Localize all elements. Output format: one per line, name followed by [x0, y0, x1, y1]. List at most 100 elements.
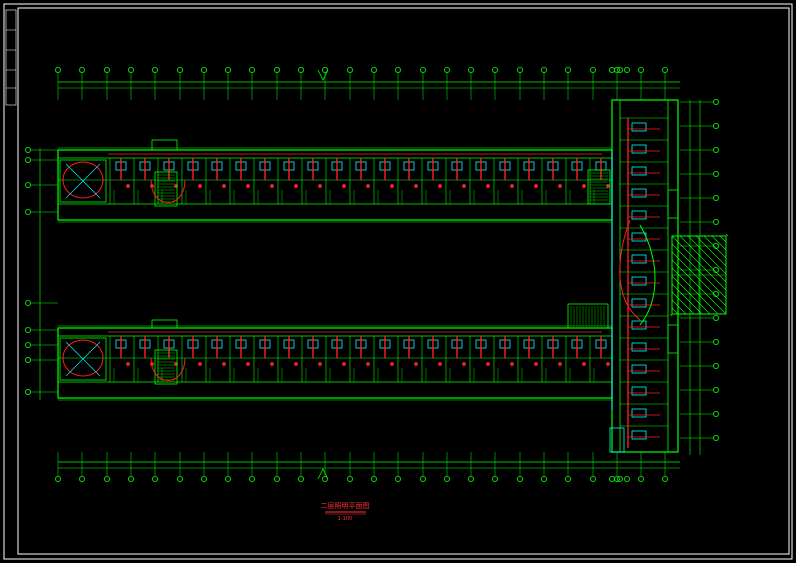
- switch: [462, 362, 466, 366]
- axis-bubble: [346, 475, 353, 482]
- switch: [534, 184, 538, 188]
- axis-bubble: [713, 123, 720, 130]
- axis-bubble: [176, 67, 183, 74]
- switch: [414, 362, 418, 366]
- axis-bubble: [541, 67, 548, 74]
- light-fixture: [631, 298, 647, 308]
- switch: [438, 184, 442, 188]
- hatch-line: [695, 235, 727, 267]
- light-fixture: [631, 430, 647, 440]
- light-fixture: [631, 188, 647, 198]
- axis-bubble: [609, 475, 616, 482]
- switch: [366, 184, 370, 188]
- axis-bubble: [370, 67, 377, 74]
- axis-bubble: [55, 67, 62, 74]
- window-bay: [667, 189, 679, 219]
- axis-bubble: [151, 475, 158, 482]
- binding-strip: [5, 9, 17, 106]
- axis-bubble: [200, 67, 207, 74]
- axis-bubble: [713, 99, 720, 106]
- axis-bubble: [443, 67, 450, 74]
- axis-bubble: [127, 67, 134, 74]
- light-fixture: [631, 342, 647, 352]
- entrance-canopy: [151, 319, 178, 329]
- switch: [510, 362, 514, 366]
- axis-bubble: [491, 475, 498, 482]
- axis-bubble: [248, 475, 255, 482]
- axis-bubble: [24, 326, 31, 333]
- switch: [558, 362, 562, 366]
- switch: [390, 362, 394, 366]
- axis-bubble: [55, 475, 62, 482]
- hatch-line: [719, 235, 727, 243]
- axis-bubble: [443, 475, 450, 482]
- axis-bubble: [624, 475, 631, 482]
- switch: [270, 184, 274, 188]
- switch: [534, 362, 538, 366]
- drawing-scale: 1:100: [338, 516, 352, 522]
- light-fixture: [631, 232, 647, 242]
- switch: [318, 184, 322, 188]
- entrance-canopy: [151, 139, 178, 151]
- switch: [606, 362, 610, 366]
- circuit-arc: [639, 224, 656, 326]
- axis-bubble: [638, 67, 645, 74]
- axis-bubble: [713, 410, 720, 417]
- switch: [366, 362, 370, 366]
- light-fixture: [631, 408, 647, 418]
- switch: [486, 184, 490, 188]
- switch: [222, 362, 226, 366]
- axis-bubble: [104, 67, 111, 74]
- hatched-canopy: [669, 233, 729, 317]
- axis-bubble: [517, 67, 524, 74]
- building-wing-east: [609, 99, 679, 453]
- axis-bubble: [609, 67, 616, 74]
- axis-bubble: [224, 475, 231, 482]
- axis-bubble: [662, 67, 669, 74]
- switch: [342, 184, 346, 188]
- hatch-line: [671, 299, 687, 315]
- axis-bubble: [79, 67, 86, 74]
- axis-bubble: [248, 67, 255, 74]
- axis-bubble: [176, 475, 183, 482]
- switch: [270, 362, 274, 366]
- axis-grid-left: [24, 146, 58, 400]
- axis-bubble: [200, 475, 207, 482]
- switch: [390, 184, 394, 188]
- switch: [510, 184, 514, 188]
- building-wing-lower: [57, 303, 613, 401]
- floor-plan-svg: 二层照明平面图 1:100: [3, 3, 793, 560]
- axis-bubble: [273, 67, 280, 74]
- switch: [462, 184, 466, 188]
- light-fixture: [631, 144, 647, 154]
- axis-bubble: [79, 475, 86, 482]
- switch: [294, 362, 298, 366]
- axis-bubble: [624, 67, 631, 74]
- hatch-line: [687, 235, 727, 275]
- switch: [558, 184, 562, 188]
- light-fixture: [631, 386, 647, 396]
- axis-bubble: [151, 67, 158, 74]
- building-wing-upper: [57, 139, 613, 223]
- axis-bubble: [491, 67, 498, 74]
- axis-bubble: [614, 475, 621, 482]
- light-fixture: [631, 276, 647, 286]
- axis-bubble: [590, 67, 597, 74]
- axis-bubble: [370, 475, 377, 482]
- axis-bubble: [565, 67, 572, 74]
- axis-bubble: [467, 67, 474, 74]
- axis-grid-top: [55, 67, 680, 100]
- axis-bubble: [24, 181, 31, 188]
- axis-bubble: [467, 475, 474, 482]
- switch: [222, 184, 226, 188]
- window-bay: [667, 324, 679, 354]
- axis-bubble: [713, 314, 720, 321]
- axis-bubble: [541, 475, 548, 482]
- axis-bubble: [590, 475, 597, 482]
- axis-bubble: [24, 156, 31, 163]
- axis-bubble: [24, 341, 31, 348]
- drawing-title: 二层照明平面图: [321, 502, 370, 510]
- light-fixture: [631, 166, 647, 176]
- axis-bubble: [346, 67, 353, 74]
- axis-bubble: [24, 388, 31, 395]
